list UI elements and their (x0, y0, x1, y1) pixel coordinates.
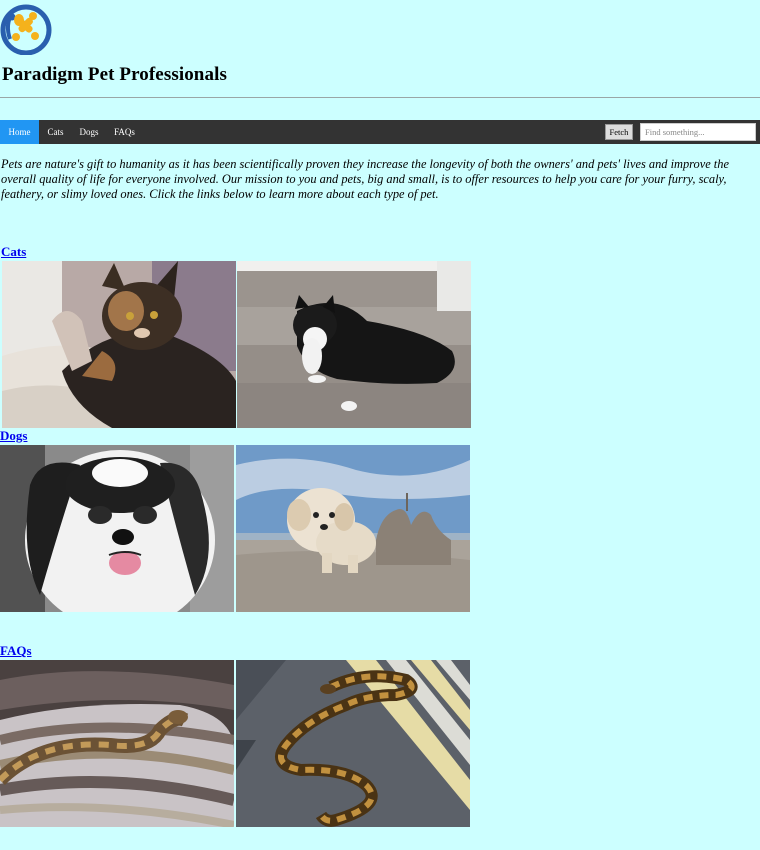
faqs-section-link[interactable]: FAQs (0, 643, 32, 659)
nav-faqs-link[interactable]: FAQs (107, 120, 142, 144)
shih-tzu-dog-photo (0, 445, 234, 612)
nav-cats-link[interactable]: Cats (41, 120, 70, 144)
top-nav: Home Cats Dogs FAQs Fetch (0, 120, 760, 144)
calico-cat-photo (2, 261, 236, 428)
ball-python-on-blanket-photo (0, 660, 234, 827)
nav-dogs-link[interactable]: Dogs (73, 120, 105, 144)
white-dog-on-beach-photo (236, 445, 470, 612)
cats-section-link[interactable]: Cats (1, 244, 26, 260)
dogs-section-link[interactable]: Dogs (0, 428, 27, 444)
fetch-button[interactable]: Fetch (605, 124, 633, 140)
nav-home-link[interactable]: Home (0, 120, 39, 144)
ball-python-on-striped-cloth-photo (236, 660, 470, 827)
pet-logo-icon[interactable] (0, 3, 54, 55)
intro-paragraph: Pets are nature's gift to humanity as it… (1, 157, 729, 201)
site-title: Paradigm Pet Professionals (2, 64, 227, 85)
header-divider (0, 97, 760, 98)
search-input[interactable] (640, 123, 756, 141)
tuxedo-cat-on-stairs-photo (237, 261, 471, 428)
